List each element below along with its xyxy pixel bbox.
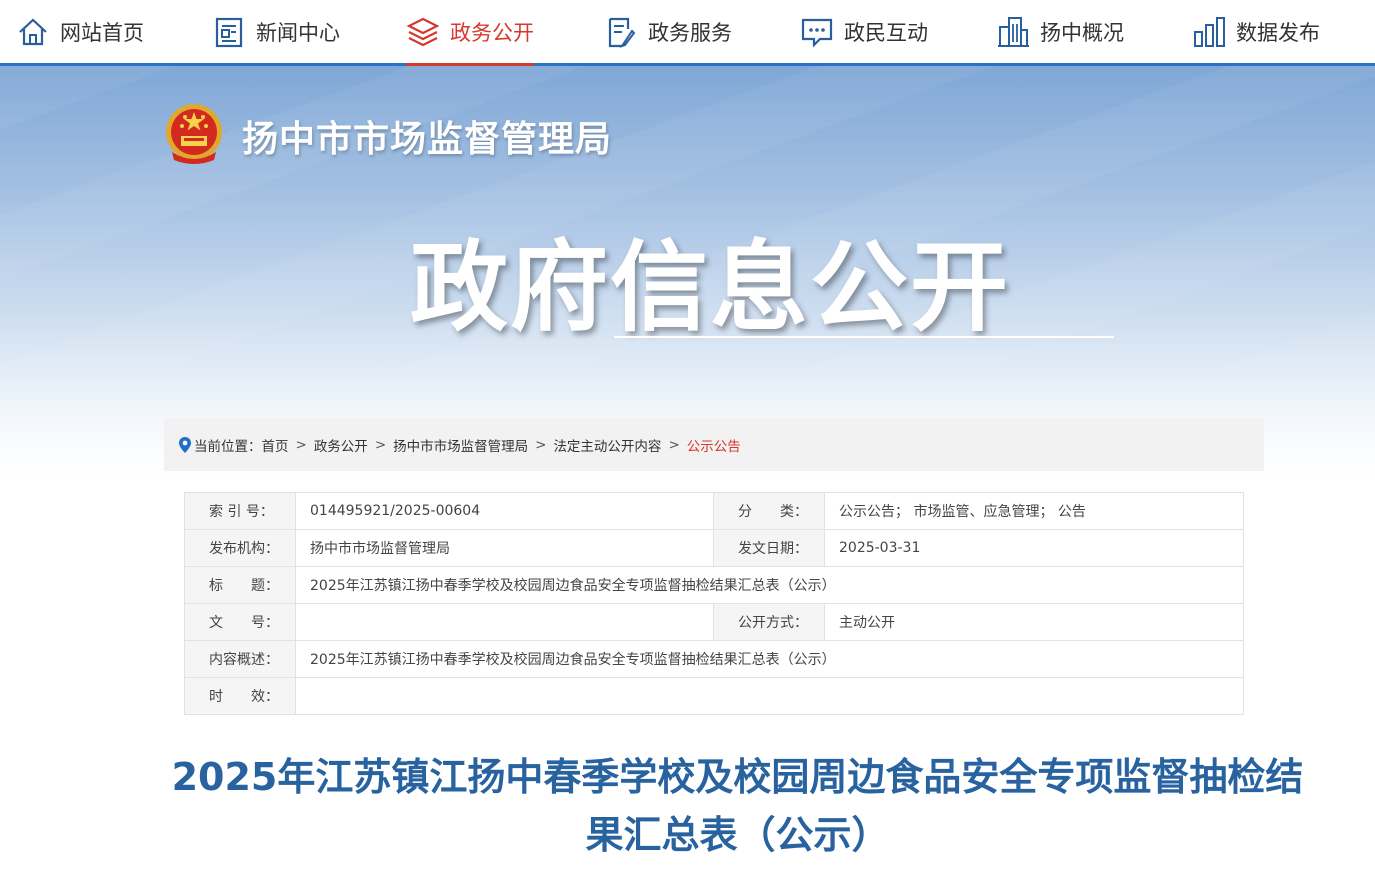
location-pin-icon <box>179 436 191 453</box>
organization-name: 扬中市市场监督管理局 <box>242 119 613 160</box>
document-info-table: 索 引 号： 014495921/2025-00604 分 类： 公示公告； 市… <box>184 492 1244 715</box>
nav-item-services[interactable]: 政务服务 <box>604 0 732 63</box>
issue-date-label: 发文日期： <box>713 529 825 567</box>
breadcrumb-organization[interactable]: 扬中市市场监督管理局 <box>393 435 528 455</box>
layers-icon <box>406 17 440 46</box>
summary-label: 内容概述： <box>184 640 296 678</box>
nav-label: 网站首页 <box>60 20 144 45</box>
nav-label: 政务公开 <box>450 20 534 45</box>
nav-label: 扬中概况 <box>1040 20 1124 45</box>
nav-item-overview[interactable]: 扬中概况 <box>996 0 1124 63</box>
table-row: 索 引 号： 014495921/2025-00604 分 类： 公示公告； 市… <box>184 492 1244 530</box>
breadcrumb: 当前位置： 首页 > 政务公开 > 扬中市市场监督管理局 > 法定主动公开内容 … <box>164 418 1264 471</box>
publisher-value: 扬中市市场监督管理局 <box>295 529 714 567</box>
nav-label: 新闻中心 <box>256 20 340 45</box>
breadcrumb-separator: > <box>374 436 387 453</box>
nav-label: 政务服务 <box>648 20 732 45</box>
title-label: 标 题： <box>184 566 296 604</box>
issue-date-value: 2025-03-31 <box>824 529 1244 567</box>
banner-title: 政府信息公开 <box>410 231 1011 345</box>
banner: 扬中市市场监督管理局 政府信息公开 <box>0 66 1375 476</box>
table-row: 时 效： <box>184 677 1244 715</box>
nav-item-interaction[interactable]: 政民互动 <box>800 0 928 63</box>
article-title: 2025年江苏镇江扬中春季学校及校园周边食品安全专项监督抽检结果汇总表（公示） <box>171 755 1304 857</box>
summary-value: 2025年江苏镇江扬中春季学校及校园周边食品安全专项监督抽检结果汇总表（公示） <box>295 640 1244 678</box>
breadcrumb-separator: > <box>668 436 680 453</box>
publisher-label: 发布机构： <box>184 529 296 567</box>
nav-item-government-affairs[interactable]: 政务公开 <box>406 0 534 66</box>
breadcrumb-separator: > <box>535 436 547 453</box>
table-row: 文 号： 公开方式： 主动公开 <box>184 603 1244 641</box>
index-number-label: 索 引 号： <box>184 492 296 530</box>
breadcrumb-prefix: 当前位置： <box>194 438 262 455</box>
nav-item-home[interactable]: 网站首页 <box>16 0 144 63</box>
document-number-value <box>295 603 714 641</box>
document-pen-icon <box>608 17 636 48</box>
breadcrumb-current[interactable]: 公示公告 <box>687 435 741 455</box>
nav-item-news[interactable]: 新闻中心 <box>212 0 340 63</box>
nav-item-data-release[interactable]: 数据发布 <box>1192 0 1320 63</box>
nav-label: 数据发布 <box>1236 20 1320 45</box>
table-row: 标 题： 2025年江苏镇江扬中春季学校及校园周边食品安全专项监督抽检结果汇总表… <box>184 566 1244 604</box>
national-emblem-icon <box>166 104 222 164</box>
breadcrumb-separator: > <box>295 436 307 453</box>
disclosure-method-label: 公开方式： <box>713 603 825 641</box>
top-navigation: 网站首页 新闻中心 政务公开 政务服务 政民互动 扬中概况 数据发布 <box>0 0 1375 66</box>
table-row: 发布机构： 扬中市市场监督管理局 发文日期： 2025-03-31 <box>184 529 1244 567</box>
validity-value <box>295 677 1244 715</box>
category-label: 分 类： <box>713 492 825 530</box>
validity-label: 时 效： <box>184 677 296 715</box>
disclosure-method-value: 主动公开 <box>824 603 1244 641</box>
title-value: 2025年江苏镇江扬中春季学校及校园周边食品安全专项监督抽检结果汇总表（公示） <box>295 566 1244 604</box>
breadcrumb-government-affairs[interactable]: 政务公开 <box>314 435 368 455</box>
buildings-icon <box>998 16 1029 47</box>
chat-icon <box>801 18 833 48</box>
table-row: 内容概述： 2025年江苏镇江扬中春季学校及校园周边食品安全专项监督抽检结果汇总… <box>184 640 1244 678</box>
index-number-value: 014495921/2025-00604 <box>295 492 714 530</box>
home-icon <box>19 18 47 45</box>
news-icon <box>215 17 243 47</box>
category-value: 公示公告； 市场监管、应急管理； 公告 <box>824 492 1244 530</box>
breadcrumb-home[interactable]: 首页 <box>262 435 289 455</box>
document-number-label: 文 号： <box>184 603 296 641</box>
title-underline <box>614 336 1114 338</box>
bar-chart-icon <box>1194 16 1225 47</box>
breadcrumb-statutory-content[interactable]: 法定主动公开内容 <box>553 435 661 455</box>
nav-label: 政民互动 <box>844 20 928 45</box>
